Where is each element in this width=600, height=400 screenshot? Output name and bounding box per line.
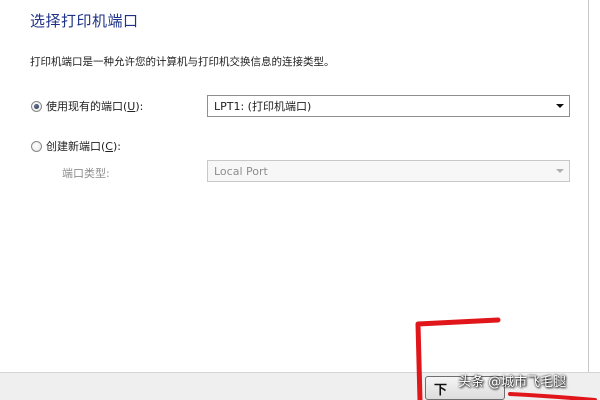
radio-selected-dot xyxy=(34,103,39,109)
create-new-port-radio[interactable] xyxy=(31,140,42,152)
chevron-down-icon xyxy=(556,169,564,173)
description-text: 打印机端口是一种允许您的计算机与打印机交换信息的连接类型。 xyxy=(30,56,335,68)
port-type-select: Local Port xyxy=(207,160,570,182)
port-type-value: Local Port xyxy=(214,164,268,178)
dialog-footer xyxy=(0,372,600,400)
next-button[interactable]: 下 xyxy=(425,376,505,400)
create-new-port-option[interactable]: 创建新端口(C): xyxy=(31,138,121,154)
use-existing-port-label: 使用现有的端口(U): xyxy=(46,100,144,113)
page-title: 选择打印机端口 xyxy=(30,12,139,30)
existing-port-select[interactable]: LPT1: (打印机端口) xyxy=(207,95,570,117)
use-existing-port-option[interactable]: 使用现有的端口(U): xyxy=(31,98,143,114)
existing-port-value: LPT1: (打印机端口) xyxy=(214,100,312,113)
create-new-port-label: 创建新端口(C): xyxy=(46,140,121,153)
port-type-label: 端口类型: xyxy=(62,167,110,180)
chevron-down-icon[interactable] xyxy=(556,104,564,108)
dialog-right-border xyxy=(588,0,589,372)
use-existing-port-radio[interactable] xyxy=(31,100,42,112)
